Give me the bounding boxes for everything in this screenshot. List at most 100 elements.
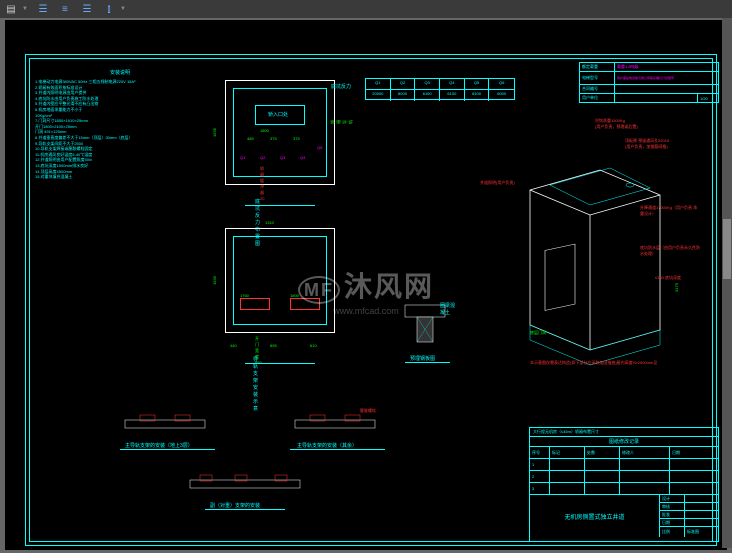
rt-v5: 6100 bbox=[465, 90, 490, 101]
dim-610: 610 bbox=[310, 343, 317, 348]
iso-main-note: 本示意图仅需表达构造(如下部分应采取加固措施)屋内高度H≥2500mm见 bbox=[530, 360, 685, 366]
iso-ceiling2: (用户负责，加钢筋网格) bbox=[625, 144, 668, 150]
dropdown-arrow-icon[interactable]: ▼ bbox=[22, 6, 28, 12]
isometric-view: 吊钩承重1500Kg (用户负责，预埋或后置) 顶板厚 预留通风孔52015 (… bbox=[500, 130, 700, 365]
q4-label: Q4 bbox=[300, 155, 305, 160]
f-review: 审核 bbox=[660, 503, 685, 510]
rt-h1: Q1 bbox=[366, 79, 391, 90]
tb-header: 大行程无机房（≤45m）轿厢布置尺寸 bbox=[530, 428, 718, 437]
q3-label: Q3 bbox=[280, 155, 285, 160]
rt-h6: Q6 bbox=[489, 79, 514, 90]
rt-v1: 20000 bbox=[366, 90, 391, 101]
rev-h4: 修改人 bbox=[620, 447, 670, 458]
f-date: 日期 bbox=[660, 519, 685, 526]
iso-top-note: (用户负责，预埋或后置) bbox=[595, 124, 638, 130]
reaction-table: 底坑反力 Q1 Q2 Q3 Q4 Q5 Q6 20000 8000 6100 6… bbox=[365, 78, 515, 100]
iso-light: 井道照明(用户负责) bbox=[480, 180, 515, 186]
title-underline-3 bbox=[405, 362, 450, 363]
shaft-inner-top bbox=[233, 88, 327, 177]
rev-r2: 2 bbox=[530, 471, 550, 482]
detail1-svg bbox=[115, 410, 215, 440]
notes-title: 安装说明 bbox=[35, 70, 205, 77]
info-suffix: 1/20 bbox=[698, 94, 718, 102]
dim-1800: 1800 bbox=[260, 128, 269, 133]
dim-895: 895 bbox=[270, 343, 277, 348]
notes-block: 安装说明 1.电梯动力电源380VAC 50Hz 三相五线制电源220V 15A… bbox=[35, 70, 205, 180]
scrollbar-thumb[interactable] bbox=[723, 219, 731, 279]
cad-canvas[interactable]: 安装说明 1.电梯动力电源380VAC 50Hz 三相五线制电源220V 15A… bbox=[5, 20, 727, 550]
info-label-3: 合同编号 bbox=[580, 85, 615, 93]
rt-v6: 6000 bbox=[489, 90, 514, 101]
detail3-svg bbox=[180, 470, 310, 500]
rt-v2: 8000 bbox=[391, 90, 416, 101]
bracket-left bbox=[240, 298, 270, 310]
layer-icon[interactable]: ▤ bbox=[4, 2, 18, 16]
detail1-underline bbox=[120, 449, 215, 450]
dim-1310: 1310 bbox=[265, 220, 274, 225]
detail2-title: 主导轨支架的安装（其余） bbox=[297, 442, 357, 449]
info-block: 额定载重 载重1.8吨级 电梯型号 用户需在购货前与我公司联系确认订货型号 合同… bbox=[579, 62, 719, 102]
shaft-inner-bot bbox=[233, 236, 327, 325]
align-left-icon[interactable]: ☰ bbox=[36, 2, 50, 16]
car-outline: 轿入口处 bbox=[255, 105, 305, 125]
info-value-2: 用户需在购货前与我公司联系确认订货型号 bbox=[615, 72, 718, 84]
rev-r1: 1 bbox=[530, 459, 550, 470]
section-label: 圈梁混凝土 bbox=[440, 302, 455, 316]
info-value-3 bbox=[615, 85, 718, 93]
f-scale: 比例 bbox=[660, 527, 685, 537]
rt-h4: Q4 bbox=[440, 79, 465, 90]
align-center-icon[interactable]: ≡ bbox=[58, 2, 72, 16]
rev-h2: 标记 bbox=[550, 447, 585, 458]
iso-pit: 底坑防水层（由用户负责永久性防水处理） bbox=[640, 245, 700, 257]
iso-dim-3175: 3175 bbox=[674, 283, 679, 292]
info-label-4: 用户单位 bbox=[580, 94, 615, 102]
section-title: 预埋钢板图 bbox=[410, 355, 435, 362]
dim-375b: 375 bbox=[293, 136, 300, 141]
rt-v4: 6100 bbox=[440, 90, 465, 101]
bottom-plan-title: 导轨支架安装示意 bbox=[253, 356, 258, 412]
rev-h3: 处数 bbox=[585, 447, 620, 458]
rt-v3: 6100 bbox=[415, 90, 440, 101]
iso-pit-depth: ≤300 底坑深度 bbox=[655, 275, 681, 281]
rt-h3: Q3 bbox=[415, 79, 440, 90]
dropdown-arrow2-icon[interactable]: ▼ bbox=[120, 6, 126, 12]
q1-label: Q1 bbox=[240, 155, 245, 160]
detail1-title: 主导轨支架的安装（地上3层） bbox=[125, 442, 193, 449]
bracket-right bbox=[290, 298, 320, 310]
reaction-title: 底坑反力 bbox=[331, 83, 351, 90]
align-right-icon[interactable]: ☰ bbox=[80, 2, 94, 16]
bracket-detail-2: 膨胀螺栓 主导轨支架的安装（其余） bbox=[285, 410, 385, 445]
iso-hoist: 升降通道17000Kg（用户负责 承重设计） bbox=[640, 205, 700, 217]
dim-485: 485 bbox=[247, 136, 254, 141]
f-design: 设计 bbox=[660, 495, 685, 502]
rev-h1: 序号 bbox=[530, 447, 550, 458]
dim-label-rail: 轿厢导轨 bbox=[330, 120, 354, 124]
section-detail: 圈梁混凝土 预埋钢板图 bbox=[395, 300, 455, 355]
buffer-label: 轿厢缓冲器20 bbox=[260, 166, 264, 201]
title-underline-2 bbox=[245, 363, 315, 364]
tb-rev-title: 图纸修改记录 bbox=[530, 437, 718, 447]
info-value-4 bbox=[615, 94, 698, 102]
rt-h5: Q5 bbox=[465, 79, 490, 90]
dim-1935v2: 1935 bbox=[212, 276, 217, 285]
bracket-detail-1: 主导轨支架的安装（地上3层） bbox=[115, 410, 215, 445]
align-top-icon[interactable]: ⫾ bbox=[102, 2, 116, 16]
detail3-underline bbox=[205, 509, 285, 510]
q2-label: Q2 bbox=[260, 155, 265, 160]
f-format: 标准图 bbox=[685, 527, 718, 537]
info-label-1: 额定载重 bbox=[580, 63, 615, 71]
rt-h2: Q2 bbox=[391, 79, 416, 90]
top-toolbar: ▤ ▼ ☰ ≡ ☰ ⫾ ▼ bbox=[0, 0, 732, 18]
info-value-1: 载重1.8吨级 bbox=[615, 63, 718, 71]
bracket-detail-3: 副（对重）支架的安装 bbox=[180, 470, 310, 505]
title-block: 大行程无机房（≤45m）轿厢布置尺寸 图纸修改记录 序号 标记 处数 修改人 日… bbox=[529, 427, 719, 542]
dim-1935v: 1935 bbox=[212, 128, 217, 137]
note-line-18: 15.对重块填充混凝土 bbox=[35, 174, 205, 180]
detail2-bolt: 膨胀螺栓 bbox=[360, 408, 376, 414]
dim-1800b: 1800 bbox=[290, 293, 299, 298]
car-label: 轿入口处 bbox=[268, 111, 288, 118]
detail2-svg bbox=[285, 410, 385, 440]
dim-440: 440 bbox=[230, 343, 237, 348]
info-label-2: 电梯型号 bbox=[580, 72, 615, 84]
vertical-scrollbar[interactable] bbox=[722, 18, 732, 548]
